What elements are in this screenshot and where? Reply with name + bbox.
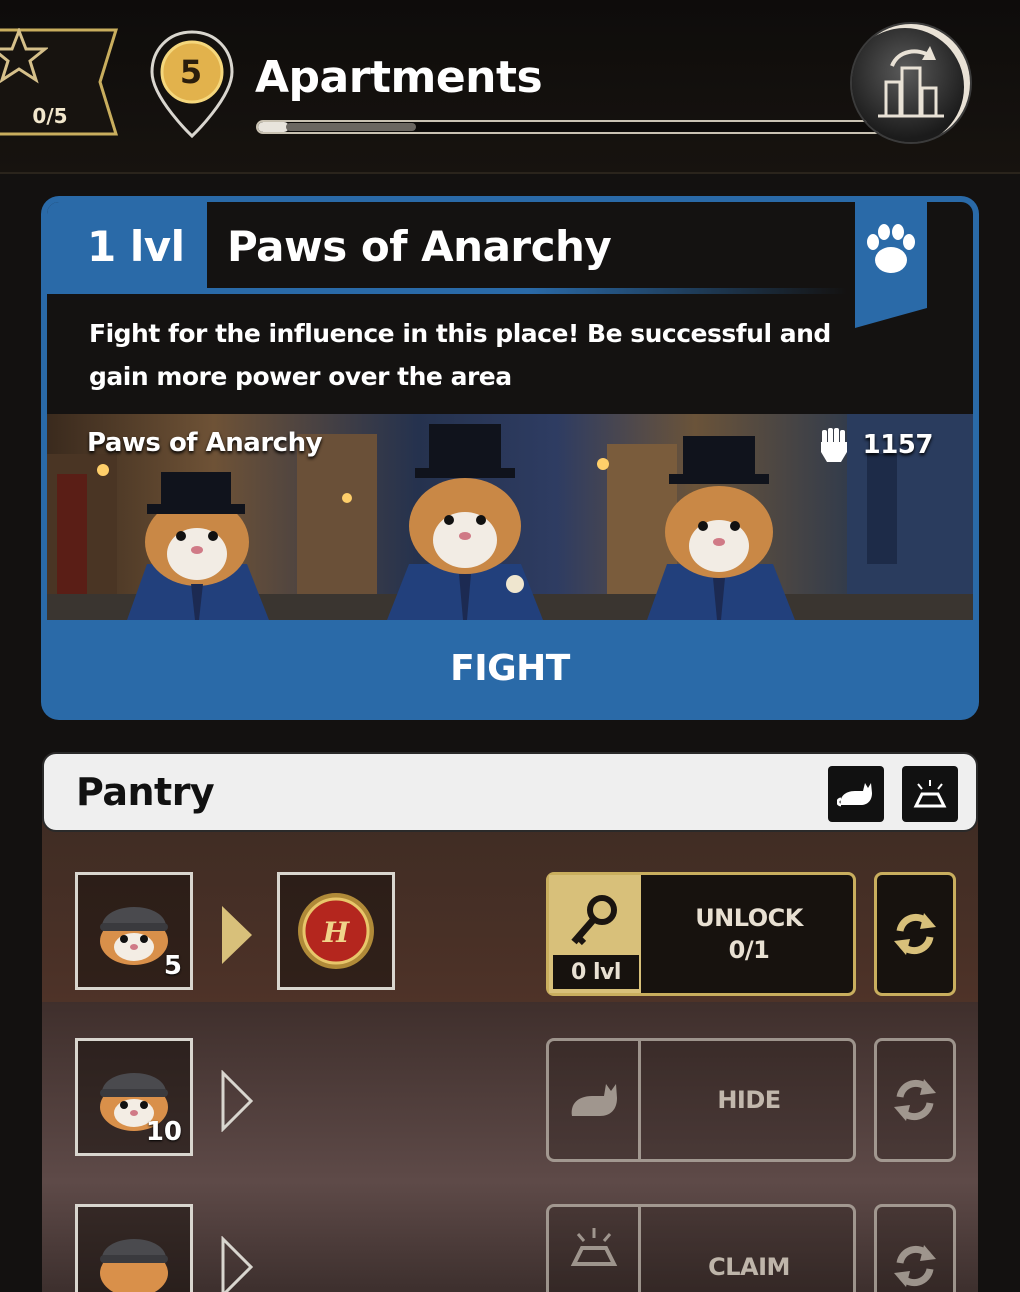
hide-icon-box xyxy=(549,1041,641,1159)
slot-count: 5 xyxy=(163,951,182,981)
location-level: 5 xyxy=(179,53,203,91)
city-map-button[interactable] xyxy=(852,24,970,142)
arrow-right-outline-icon xyxy=(221,1070,254,1132)
fight-card-body: 1 lvl Paws of Anarchy Fight for the infl… xyxy=(47,202,973,620)
refresh-button[interactable] xyxy=(874,872,956,996)
star-icon xyxy=(0,28,48,84)
paw-ribbon xyxy=(855,202,927,328)
claim-icon-box xyxy=(549,1207,641,1292)
scene-label: Paws of Anarchy xyxy=(87,428,323,458)
fist-icon xyxy=(820,428,847,462)
unlock-text: UNLOCK xyxy=(695,904,803,932)
gold-bars-icon xyxy=(913,780,947,808)
hide-cat-filter-button[interactable] xyxy=(828,766,884,822)
fight-title: Paws of Anarchy xyxy=(227,222,612,271)
cat-icon xyxy=(837,783,872,807)
hamster-slot[interactable]: 5 xyxy=(75,872,193,990)
pantry-row: CLAIM xyxy=(42,1204,978,1292)
fight-button[interactable]: FIGHT xyxy=(47,622,973,714)
claim-gold-filter-button[interactable] xyxy=(902,766,958,822)
hamster-coin-icon: H xyxy=(298,893,374,969)
location-progress-bar xyxy=(256,120,882,134)
slot-count: 10 xyxy=(145,1117,182,1147)
title-divider xyxy=(47,288,847,294)
location-title: Apartments xyxy=(255,52,543,103)
power-value: 1157 xyxy=(862,430,934,460)
svg-text:H: H xyxy=(322,916,351,949)
pantry-title: Pantry xyxy=(76,770,215,814)
refresh-icon xyxy=(894,913,936,955)
arrow-right-outline-icon xyxy=(221,1236,254,1292)
fight-level: 1 lvl xyxy=(87,222,185,271)
hide-text: HIDE xyxy=(717,1086,781,1114)
top-bar: 0/5 5 Apartments xyxy=(0,0,1020,174)
fight-card: 1 lvl Paws of Anarchy Fight for the infl… xyxy=(41,196,979,720)
unlock-progress: 0/1 xyxy=(728,936,770,964)
fight-description: Fight for the influence in this place! B… xyxy=(89,319,831,391)
detective-hamster-icon xyxy=(100,1239,168,1292)
hamster-slot[interactable]: 10 xyxy=(75,1038,193,1156)
reward-slot[interactable]: H xyxy=(277,872,395,990)
pantry-row: 5 H 0 lvl UNLOCK 0/1 xyxy=(42,872,978,996)
hide-label: HIDE xyxy=(645,1041,853,1159)
refresh-button[interactable] xyxy=(874,1038,956,1162)
pantry-row: 10 HIDE xyxy=(42,1038,978,1162)
location-progress-track-inner xyxy=(286,123,416,131)
hamster-slot[interactable] xyxy=(75,1204,193,1292)
stars-badge[interactable]: 0/5 xyxy=(0,28,128,136)
claim-text: CLAIM xyxy=(708,1253,790,1281)
key-icon xyxy=(570,895,617,946)
claim-label: CLAIM xyxy=(645,1207,853,1292)
gold-bars-icon xyxy=(570,1228,617,1266)
unlock-button[interactable]: 0 lvl UNLOCK 0/1 xyxy=(546,872,856,996)
claim-button[interactable]: CLAIM xyxy=(546,1204,856,1292)
pantry-panel: Pantry 5 H 0 lvl UNLOCK 0/1 10 HIDE CLAI… xyxy=(42,752,978,1292)
unlock-level: 0 lvl xyxy=(553,955,639,989)
refresh-button[interactable] xyxy=(874,1204,956,1292)
hide-button[interactable]: HIDE xyxy=(546,1038,856,1162)
refresh-icon xyxy=(894,1079,936,1121)
fight-scene-image: Paws of Anarchy 1157 xyxy=(47,414,973,620)
location-progress-fill xyxy=(258,122,290,132)
power-display: 1157 xyxy=(819,428,934,462)
unlock-label: UNLOCK 0/1 xyxy=(645,875,853,993)
cat-icon xyxy=(571,1084,617,1116)
pantry-header: Pantry xyxy=(42,752,978,832)
arrow-right-icon xyxy=(222,906,252,964)
refresh-icon xyxy=(894,1245,936,1287)
city-buildings-icon xyxy=(878,46,944,118)
key-box: 0 lvl xyxy=(549,875,641,993)
stars-count: 0/5 xyxy=(32,104,68,128)
level-box: 1 lvl xyxy=(47,202,207,288)
